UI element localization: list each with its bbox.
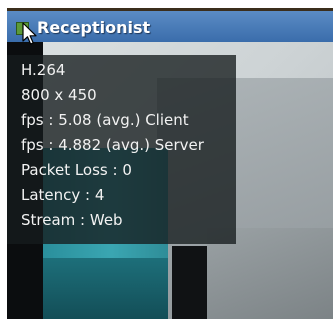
server-fps-text: fps : 4.882 (avg.) Server	[21, 136, 204, 154]
camera-title: Receptionist	[37, 18, 151, 37]
resolution-text: 800 x 450	[21, 86, 97, 104]
stream-text: Stream : Web	[21, 211, 123, 229]
video-panel[interactable]: Receptionist H.264 800 x 450 fps : 5.08 …	[7, 8, 333, 319]
mouse-pointer-icon	[22, 22, 37, 45]
video-door-shadow	[43, 258, 168, 319]
client-fps-text: fps : 5.08 (avg.) Client	[21, 111, 189, 129]
latency-text: Latency : 4	[21, 186, 105, 204]
stats-overlay: H.264 800 x 450 fps : 5.08 (avg.) Client…	[7, 55, 236, 244]
title-bar[interactable]: Receptionist	[7, 8, 333, 42]
video-dark-object	[172, 246, 207, 319]
packet-loss-text: Packet Loss : 0	[21, 161, 132, 179]
codec-text: H.264	[21, 61, 66, 79]
